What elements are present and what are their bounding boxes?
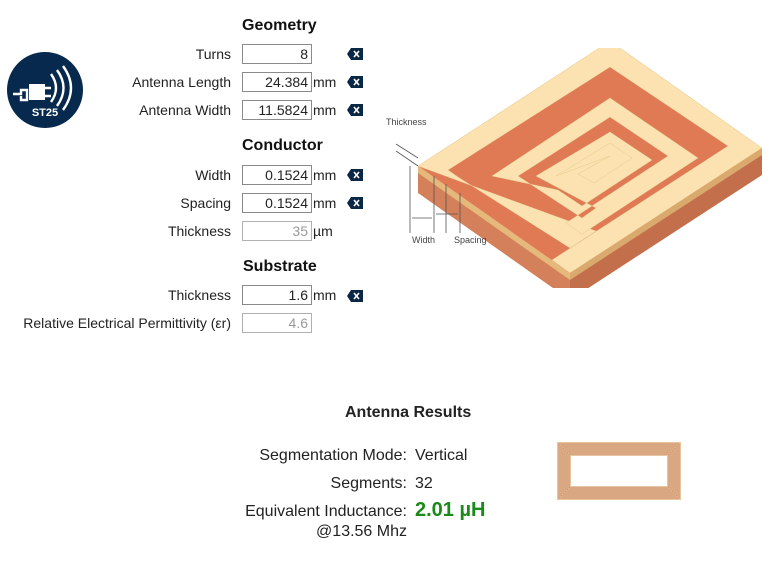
- inductance-value: 2.01 µH: [415, 499, 486, 521]
- antenna-length-unit: mm: [313, 74, 337, 90]
- inductance-frequency: @13.56 Mhz: [316, 523, 407, 540]
- results-title: Antenna Results: [345, 404, 472, 421]
- antenna-length-input[interactable]: 24.384: [242, 72, 312, 92]
- antenna-width-label: Antenna Width: [139, 102, 231, 118]
- substrate-title: Substrate: [243, 258, 317, 275]
- conductor-width-unit: mm: [313, 167, 337, 183]
- conductor-thickness-input: 35: [242, 221, 312, 241]
- clear-antenna-length-icon[interactable]: [347, 76, 363, 88]
- segments-label: Segments:: [330, 475, 407, 492]
- clear-substrate-thickness-icon[interactable]: [347, 290, 363, 302]
- diagram-thickness-label: Thickness: [386, 117, 427, 127]
- conductor-width-input[interactable]: 0.1524: [242, 165, 312, 185]
- clear-antenna-width-icon[interactable]: [347, 104, 363, 116]
- clear-conductor-width-icon[interactable]: [347, 169, 363, 181]
- antenna-width-input[interactable]: 11.5824: [242, 100, 312, 120]
- antenna-3d-diagram: Thickness Width Spacing: [386, 48, 763, 288]
- geometry-title: Geometry: [242, 17, 317, 34]
- clear-turns-icon[interactable]: [347, 48, 363, 60]
- conductor-spacing-input[interactable]: 0.1524: [242, 193, 312, 213]
- permittivity-input: 4.6: [242, 313, 312, 333]
- inductance-label: Equivalent Inductance:: [245, 503, 407, 520]
- antenna-length-label: Antenna Length: [132, 74, 231, 90]
- diagram-spacing-label: Spacing: [454, 235, 487, 245]
- antenna-width-unit: mm: [313, 102, 337, 118]
- antenna-preview: [557, 442, 681, 500]
- conductor-spacing-unit: mm: [313, 195, 337, 211]
- conductor-width-label: Width: [195, 167, 231, 183]
- substrate-thickness-unit: mm: [313, 287, 337, 303]
- turns-label: Turns: [195, 46, 231, 62]
- segments-value: 32: [415, 475, 433, 492]
- permittivity-label: Relative Electrical Permittivity (εr): [23, 315, 231, 331]
- conductor-spacing-label: Spacing: [180, 195, 231, 211]
- turns-input[interactable]: 8: [242, 44, 312, 64]
- segmentation-mode-label: Segmentation Mode:: [259, 447, 407, 464]
- conductor-thickness-label: Thickness: [167, 223, 231, 239]
- substrate-thickness-input[interactable]: 1.6: [242, 285, 312, 305]
- clear-conductor-spacing-icon[interactable]: [347, 197, 363, 209]
- segmentation-mode-value: Vertical: [415, 447, 468, 464]
- conductor-title: Conductor: [242, 137, 323, 154]
- conductor-thickness-unit: µm: [313, 223, 333, 239]
- substrate-thickness-label: Thickness: [167, 287, 231, 303]
- diagram-width-label: Width: [412, 235, 435, 245]
